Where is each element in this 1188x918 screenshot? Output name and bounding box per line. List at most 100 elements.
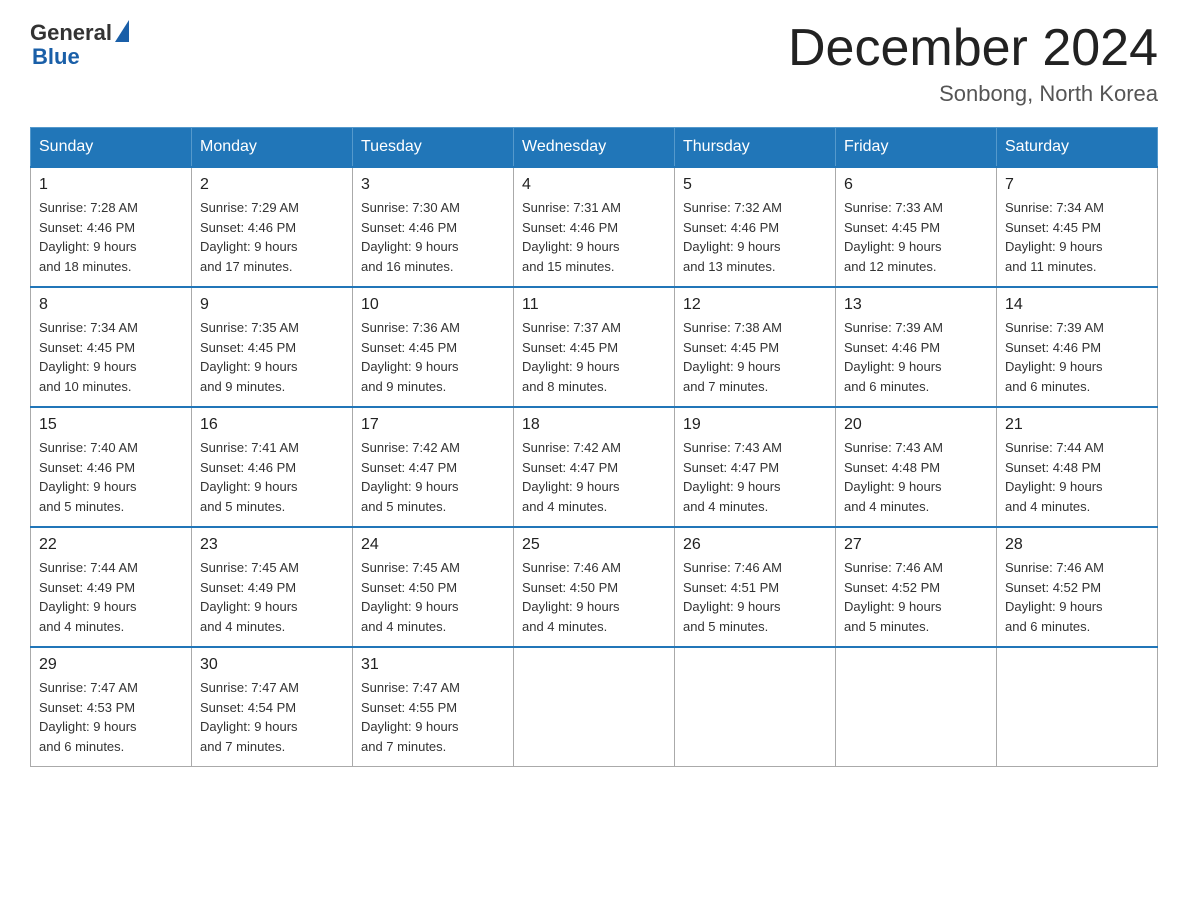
calendar-cell: 2Sunrise: 7:29 AMSunset: 4:46 PMDaylight… bbox=[192, 167, 353, 287]
day-info: Sunrise: 7:32 AMSunset: 4:46 PMDaylight:… bbox=[683, 198, 827, 276]
day-number: 13 bbox=[844, 296, 988, 314]
day-number: 16 bbox=[200, 416, 344, 434]
day-info: Sunrise: 7:37 AMSunset: 4:45 PMDaylight:… bbox=[522, 318, 666, 396]
day-info: Sunrise: 7:38 AMSunset: 4:45 PMDaylight:… bbox=[683, 318, 827, 396]
day-info: Sunrise: 7:47 AMSunset: 4:55 PMDaylight:… bbox=[361, 678, 505, 756]
calendar-cell: 8 Sunrise: 7:34 AMSunset: 4:45 PMDaylight… bbox=[31, 287, 192, 407]
day-number: 2 bbox=[200, 176, 344, 194]
page-subtitle: Sonbong, North Korea bbox=[788, 81, 1158, 107]
day-info: Sunrise: 7:46 AMSunset: 4:50 PMDaylight:… bbox=[522, 558, 666, 636]
day-info: Sunrise: 7:28 AMSunset: 4:46 PMDaylight:… bbox=[39, 198, 183, 276]
day-number: 1 bbox=[39, 176, 183, 194]
week-row-3: 15 Sunrise: 7:40 AMSunset: 4:46 PMDayligh… bbox=[31, 407, 1158, 527]
calendar-cell: 10 Sunrise: 7:36 AMSunset: 4:45 PMDayligh… bbox=[353, 287, 514, 407]
day-info: Sunrise: 7:44 AMSunset: 4:48 PMDaylight:… bbox=[1005, 438, 1149, 516]
page-header: General Blue December 2024 Sonbong, Nort… bbox=[30, 20, 1158, 107]
calendar-header-row: SundayMondayTuesdayWednesdayThursdayFrid… bbox=[31, 128, 1158, 168]
day-number: 18 bbox=[522, 416, 666, 434]
calendar-cell: 12 Sunrise: 7:38 AMSunset: 4:45 PMDayligh… bbox=[675, 287, 836, 407]
day-info: Sunrise: 7:40 AMSunset: 4:46 PMDaylight:… bbox=[39, 438, 183, 516]
day-number: 9 bbox=[200, 296, 344, 314]
header-friday: Friday bbox=[836, 128, 997, 168]
calendar-cell bbox=[675, 647, 836, 767]
day-number: 30 bbox=[200, 656, 344, 674]
day-info: Sunrise: 7:46 AMSunset: 4:51 PMDaylight:… bbox=[683, 558, 827, 636]
day-number: 17 bbox=[361, 416, 505, 434]
day-number: 29 bbox=[39, 656, 183, 674]
day-number: 31 bbox=[361, 656, 505, 674]
day-info: Sunrise: 7:45 AMSunset: 4:50 PMDaylight:… bbox=[361, 558, 505, 636]
day-info: Sunrise: 7:33 AMSunset: 4:45 PMDaylight:… bbox=[844, 198, 988, 276]
header-wednesday: Wednesday bbox=[514, 128, 675, 168]
calendar-cell: 17 Sunrise: 7:42 AMSunset: 4:47 PMDayligh… bbox=[353, 407, 514, 527]
day-info: Sunrise: 7:39 AMSunset: 4:46 PMDaylight:… bbox=[1005, 318, 1149, 396]
calendar-cell: 18Sunrise: 7:42 AMSunset: 4:47 PMDayligh… bbox=[514, 407, 675, 527]
calendar-cell: 20Sunrise: 7:43 AMSunset: 4:48 PMDayligh… bbox=[836, 407, 997, 527]
day-info: Sunrise: 7:35 AMSunset: 4:45 PMDaylight:… bbox=[200, 318, 344, 396]
logo-triangle-icon bbox=[115, 20, 129, 42]
day-info: Sunrise: 7:34 AMSunset: 4:45 PMDaylight:… bbox=[39, 318, 183, 396]
day-number: 20 bbox=[844, 416, 988, 434]
week-row-5: 29 Sunrise: 7:47 AMSunset: 4:53 PMDayligh… bbox=[31, 647, 1158, 767]
day-number: 15 bbox=[39, 416, 183, 434]
calendar-cell: 21 Sunrise: 7:44 AMSunset: 4:48 PMDayligh… bbox=[997, 407, 1158, 527]
day-info: Sunrise: 7:31 AMSunset: 4:46 PMDaylight:… bbox=[522, 198, 666, 276]
calendar-cell: 29 Sunrise: 7:47 AMSunset: 4:53 PMDayligh… bbox=[31, 647, 192, 767]
calendar-cell bbox=[514, 647, 675, 767]
header-sunday: Sunday bbox=[31, 128, 192, 168]
title-block: December 2024 Sonbong, North Korea bbox=[788, 20, 1158, 107]
calendar-cell: 19Sunrise: 7:43 AMSunset: 4:47 PMDayligh… bbox=[675, 407, 836, 527]
calendar-cell: 15 Sunrise: 7:40 AMSunset: 4:46 PMDayligh… bbox=[31, 407, 192, 527]
day-number: 24 bbox=[361, 536, 505, 554]
day-number: 11 bbox=[522, 296, 666, 314]
day-number: 22 bbox=[39, 536, 183, 554]
calendar-cell bbox=[836, 647, 997, 767]
day-info: Sunrise: 7:44 AMSunset: 4:49 PMDaylight:… bbox=[39, 558, 183, 636]
calendar-cell: 22 Sunrise: 7:44 AMSunset: 4:49 PMDayligh… bbox=[31, 527, 192, 647]
day-number: 28 bbox=[1005, 536, 1149, 554]
calendar-cell: 7 Sunrise: 7:34 AMSunset: 4:45 PMDaylight… bbox=[997, 167, 1158, 287]
calendar-cell: 11 Sunrise: 7:37 AMSunset: 4:45 PMDayligh… bbox=[514, 287, 675, 407]
calendar-cell: 28 Sunrise: 7:46 AMSunset: 4:52 PMDayligh… bbox=[997, 527, 1158, 647]
calendar-cell: 5 Sunrise: 7:32 AMSunset: 4:46 PMDaylight… bbox=[675, 167, 836, 287]
day-info: Sunrise: 7:47 AMSunset: 4:53 PMDaylight:… bbox=[39, 678, 183, 756]
week-row-2: 8 Sunrise: 7:34 AMSunset: 4:45 PMDaylight… bbox=[31, 287, 1158, 407]
header-tuesday: Tuesday bbox=[353, 128, 514, 168]
day-info: Sunrise: 7:41 AMSunset: 4:46 PMDaylight:… bbox=[200, 438, 344, 516]
day-info: Sunrise: 7:42 AMSunset: 4:47 PMDaylight:… bbox=[361, 438, 505, 516]
day-info: Sunrise: 7:30 AMSunset: 4:46 PMDaylight:… bbox=[361, 198, 505, 276]
day-number: 10 bbox=[361, 296, 505, 314]
day-number: 21 bbox=[1005, 416, 1149, 434]
page-title: December 2024 bbox=[788, 20, 1158, 77]
calendar-cell: 25Sunrise: 7:46 AMSunset: 4:50 PMDayligh… bbox=[514, 527, 675, 647]
day-number: 6 bbox=[844, 176, 988, 194]
day-info: Sunrise: 7:45 AMSunset: 4:49 PMDaylight:… bbox=[200, 558, 344, 636]
calendar-cell: 24 Sunrise: 7:45 AMSunset: 4:50 PMDayligh… bbox=[353, 527, 514, 647]
day-number: 23 bbox=[200, 536, 344, 554]
day-info: Sunrise: 7:43 AMSunset: 4:47 PMDaylight:… bbox=[683, 438, 827, 516]
day-info: Sunrise: 7:36 AMSunset: 4:45 PMDaylight:… bbox=[361, 318, 505, 396]
day-info: Sunrise: 7:46 AMSunset: 4:52 PMDaylight:… bbox=[1005, 558, 1149, 636]
calendar-cell: 4Sunrise: 7:31 AMSunset: 4:46 PMDaylight… bbox=[514, 167, 675, 287]
calendar-cell: 26 Sunrise: 7:46 AMSunset: 4:51 PMDayligh… bbox=[675, 527, 836, 647]
calendar-cell: 27Sunrise: 7:46 AMSunset: 4:52 PMDayligh… bbox=[836, 527, 997, 647]
calendar-cell: 1 Sunrise: 7:28 AMSunset: 4:46 PMDaylight… bbox=[31, 167, 192, 287]
calendar-cell: 3 Sunrise: 7:30 AMSunset: 4:46 PMDaylight… bbox=[353, 167, 514, 287]
calendar-cell bbox=[997, 647, 1158, 767]
logo-general-text: General bbox=[30, 20, 112, 46]
day-number: 14 bbox=[1005, 296, 1149, 314]
day-number: 26 bbox=[683, 536, 827, 554]
day-number: 7 bbox=[1005, 176, 1149, 194]
day-number: 3 bbox=[361, 176, 505, 194]
day-number: 8 bbox=[39, 296, 183, 314]
calendar-cell: 16 Sunrise: 7:41 AMSunset: 4:46 PMDayligh… bbox=[192, 407, 353, 527]
week-row-1: 1 Sunrise: 7:28 AMSunset: 4:46 PMDaylight… bbox=[31, 167, 1158, 287]
day-info: Sunrise: 7:34 AMSunset: 4:45 PMDaylight:… bbox=[1005, 198, 1149, 276]
day-number: 5 bbox=[683, 176, 827, 194]
header-thursday: Thursday bbox=[675, 128, 836, 168]
calendar-cell: 14 Sunrise: 7:39 AMSunset: 4:46 PMDayligh… bbox=[997, 287, 1158, 407]
day-number: 12 bbox=[683, 296, 827, 314]
logo-blue-text: Blue bbox=[30, 44, 80, 70]
day-info: Sunrise: 7:47 AMSunset: 4:54 PMDaylight:… bbox=[200, 678, 344, 756]
header-saturday: Saturday bbox=[997, 128, 1158, 168]
